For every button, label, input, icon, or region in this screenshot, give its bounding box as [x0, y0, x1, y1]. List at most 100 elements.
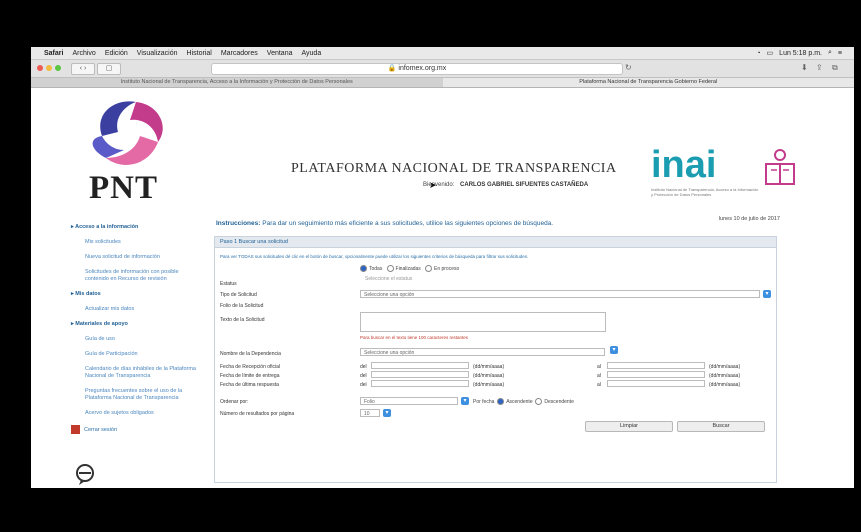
status-area: ◔ ▭ Lun 5:18 p.m. ⌕ ≡ — [756, 47, 848, 59]
sort-label: Ascendente — [506, 398, 533, 405]
tabs-icon[interactable]: ⧉ — [832, 63, 838, 73]
browser-toolbar: ‹ › ▢ 🔒 infomex.org.mx ↻ ⬇ ⇪ ⧉ — [31, 60, 854, 78]
battery-icon[interactable]: ▭ — [767, 49, 774, 57]
reload-icon[interactable]: ↻ — [625, 63, 632, 72]
fecha-ultima-label: Fecha de última respuesta — [220, 382, 279, 388]
date-format-hint: (dd/mm/aaaa) — [473, 364, 505, 370]
inai-logo: inai — [651, 144, 717, 186]
sidebar-item-guia-participacion[interactable]: Guía de Participación — [71, 351, 199, 358]
clock[interactable]: Lun 5:18 p.m. — [779, 50, 822, 57]
page-title: PLATAFORMA NACIONAL DE TRANSPARENCIA — [291, 161, 617, 176]
search-panel: Paso 1 Buscar una solicitud Para ver TOD… — [214, 236, 777, 483]
user-name: CARLOS GABRIEL SIFUENTES CASTAÑEDA — [460, 182, 589, 188]
radio-finalizadas[interactable] — [386, 265, 394, 272]
menu-bar: Safari Archivo Edición Visualización His… — [31, 47, 854, 60]
tipo-dropdown-icon[interactable]: ▾ — [763, 290, 771, 298]
ordenar-dropdown-icon[interactable]: ▾ — [461, 397, 469, 405]
tab-inai[interactable]: Instituto Nacional de Transparencia, Acc… — [31, 78, 443, 87]
sidebar-item-nueva-solicitud[interactable]: Nueva solicitud de información — [71, 254, 199, 261]
panel-description: Para ver TODAS sus solicitudes dé clic e… — [220, 254, 529, 259]
sidebar-item-logout[interactable]: Cerrar sesión — [71, 425, 199, 434]
web-page: PNT PLATAFORMA NACIONAL DE TRANSPARENCIA… — [31, 88, 854, 488]
tipo-select[interactable]: Seleccione una opción — [360, 290, 760, 298]
menu-historial[interactable]: Historial — [187, 50, 212, 57]
fecha-limite-from[interactable] — [371, 371, 469, 378]
tab-pnt[interactable]: Plataforma Nacional de Transparencia Gob… — [442, 78, 854, 87]
radio-en-proceso[interactable] — [424, 265, 432, 272]
date-format-hint: (dd/mm/aaaa) — [709, 364, 741, 370]
estatus-select[interactable]: Seleccione el estatus — [365, 276, 412, 282]
sidebar-label: Cerrar sesión — [84, 426, 118, 433]
sidebar-item-acervo[interactable]: Acervo de sujetos obligados — [71, 410, 199, 417]
ordenar-select[interactable]: Folio — [360, 397, 458, 405]
minimize-icon[interactable] — [46, 65, 52, 71]
sidebar-item-calendario[interactable]: Calendario de días inhábiles de la Plata… — [71, 366, 199, 380]
sidebar-toggle-icon[interactable]: ▢ — [97, 63, 121, 75]
chat-icon[interactable] — [75, 462, 95, 486]
estatus-label: Estatus — [220, 281, 237, 287]
per-page-select[interactable]: 10 — [360, 409, 380, 417]
del-label: del — [360, 364, 367, 370]
video-letterbox-top — [0, 0, 861, 47]
fecha-oficial-from[interactable] — [371, 362, 469, 369]
radio-label: Todas — [369, 265, 383, 272]
list-icon[interactable]: ≡ — [838, 50, 842, 57]
close-icon[interactable] — [37, 65, 43, 71]
download-icon[interactable]: ⬇ — [801, 63, 808, 72]
sidebar-item-guia-uso[interactable]: Guía de uso — [71, 336, 199, 343]
sujeto-label: Nombre de la Dependencia — [220, 351, 281, 357]
sidebar-head-materiales[interactable]: ▸ Materiales de apoyo — [71, 321, 199, 328]
share-icon[interactable]: ⇪ — [816, 63, 823, 72]
menu-archivo[interactable]: Archivo — [72, 50, 95, 57]
pnt-logo-icon — [92, 101, 163, 165]
radio-todas[interactable] — [360, 265, 367, 272]
pnt-wordmark: PNT — [89, 170, 158, 206]
al-label: al — [597, 373, 601, 379]
sujeto-select[interactable]: Seleccione una opción — [360, 348, 605, 356]
menu-safari[interactable]: Safari — [44, 50, 63, 57]
sujeto-dropdown-icon[interactable]: ▾ — [610, 346, 618, 354]
logout-icon — [71, 425, 80, 434]
back-button[interactable]: ‹ › — [71, 63, 95, 75]
fecha-oficial-to[interactable] — [607, 362, 705, 369]
texto-textarea[interactable] — [360, 312, 606, 332]
date-format-hint: (dd/mm/aaaa) — [473, 373, 505, 379]
filter-options: Todas Finalizadas En proceso — [360, 265, 459, 272]
ordenar-label: Ordenar por: — [220, 399, 249, 405]
fecha-limite-to[interactable] — [607, 371, 705, 378]
menu-ventana[interactable]: Ventana — [267, 50, 293, 57]
panel-title: Paso 1 Buscar una solicitud — [215, 237, 776, 248]
search-icon[interactable]: ⌕ — [828, 49, 832, 57]
sort-label: Descendente — [544, 398, 574, 405]
clear-button[interactable]: Limpiar — [585, 421, 673, 432]
fecha-ultima-from[interactable] — [371, 380, 469, 387]
fecha-oficial-label: Fecha de Recepción oficial — [220, 364, 281, 370]
per-page-dropdown-icon[interactable]: ▾ — [383, 409, 391, 417]
radio-descendente[interactable] — [535, 398, 543, 405]
al-label: al — [597, 364, 601, 370]
date-format-hint: (dd/mm/aaaa) — [709, 382, 741, 388]
radio-ascendente[interactable] — [497, 398, 505, 405]
sidebar-label: Materiales de apoyo — [75, 321, 128, 327]
menu-ayuda[interactable]: Ayuda — [301, 50, 321, 57]
sidebar-head-acceso[interactable]: ▸ Acceso a la información — [71, 224, 199, 231]
wifi-icon[interactable]: ◔ — [756, 50, 760, 57]
search-button[interactable]: Buscar — [677, 421, 765, 432]
sidebar-item-preguntas[interactable]: Preguntas frecuentes sobre el uso de la … — [71, 388, 199, 402]
menu-edicion[interactable]: Edición — [105, 50, 128, 57]
sidebar-head-mis-datos[interactable]: ▸ Mis datos — [71, 291, 199, 298]
address-bar[interactable]: 🔒 infomex.org.mx — [211, 63, 623, 75]
instructions-label: Instrucciones: — [216, 220, 261, 227]
date-format-hint: (dd/mm/aaaa) — [473, 382, 505, 388]
tipo-label: Tipo de Solicitud — [220, 292, 257, 298]
sidebar-item-recurso[interactable]: Solicitudes de información con posible c… — [71, 269, 199, 283]
url-text: infomex.org.mx — [398, 65, 447, 72]
fecha-ultima-to[interactable] — [607, 380, 705, 387]
menu-visualizacion[interactable]: Visualización — [137, 50, 178, 57]
menu-marcadores[interactable]: Marcadores — [221, 50, 258, 57]
sidebar-item-actualizar[interactable]: Actualizar mis datos — [71, 306, 199, 313]
texto-note: Para buscar en el texto tiene 100 caract… — [360, 335, 469, 340]
zoom-icon[interactable] — [55, 65, 61, 71]
sidebar-item-mis-solicitudes[interactable]: Mis solicitudes — [71, 239, 199, 246]
radio-label: En proceso — [433, 265, 460, 272]
